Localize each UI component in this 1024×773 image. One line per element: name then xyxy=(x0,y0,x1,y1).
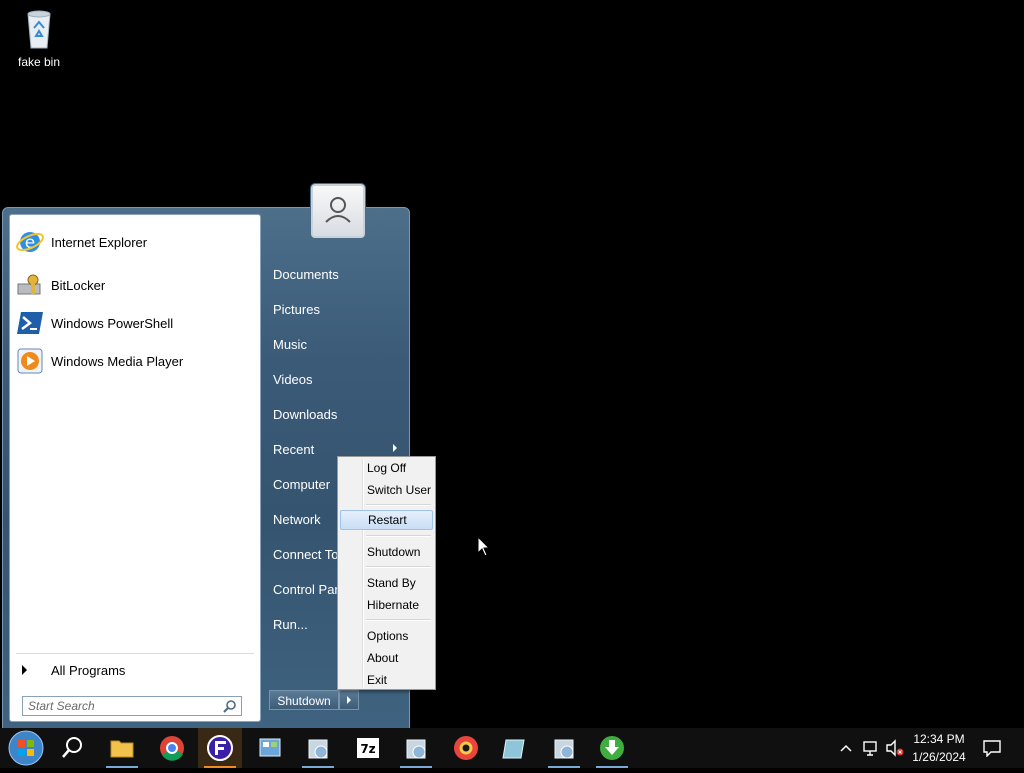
program-label: BitLocker xyxy=(51,277,106,293)
start-link-run[interactable]: Run... xyxy=(273,614,308,636)
mouse-cursor-icon xyxy=(478,537,490,557)
taskbar-app-7zip[interactable]: 7z xyxy=(346,728,390,768)
taskbar-app-installer-1[interactable] xyxy=(296,728,340,768)
taskbar-app-installer-2[interactable] xyxy=(394,728,438,768)
tray-clock[interactable]: 12:34 PM 1/26/2024 xyxy=(904,730,974,766)
menu-item-log-off[interactable]: Log Off xyxy=(340,458,433,478)
menu-item-about[interactable]: About xyxy=(340,648,433,668)
installer-icon xyxy=(308,739,328,759)
taskbar-app-chrome[interactable] xyxy=(150,728,194,768)
installer-icon xyxy=(554,739,574,759)
program-windows-powershell[interactable]: Windows PowerShell xyxy=(15,305,255,341)
recycle-bin-icon xyxy=(27,10,51,49)
start-link-downloads[interactable]: Downloads xyxy=(273,404,337,426)
program-bitlocker[interactable]: BitLocker xyxy=(15,267,255,303)
tray-date: 1/26/2024 xyxy=(912,750,966,764)
shutdown-button[interactable]: Shutdown xyxy=(269,690,339,710)
search-placeholder: Start Search xyxy=(28,699,95,713)
tray-time: 12:34 PM xyxy=(913,732,965,746)
taskbar-app-installer-3[interactable] xyxy=(542,728,586,768)
file-explorer-icon xyxy=(110,740,134,758)
menu-item-exit[interactable]: Exit xyxy=(340,670,433,690)
menu-separator xyxy=(366,535,431,537)
installer-icon xyxy=(406,739,426,759)
search-icon xyxy=(223,700,236,713)
start-link-pictures[interactable]: Pictures xyxy=(273,299,320,321)
taskbar-app-control-panel[interactable] xyxy=(248,728,292,768)
chromium-icon xyxy=(454,736,478,760)
taskbar-app-file-explorer[interactable] xyxy=(100,728,144,768)
desktop-icon-recycle-bin[interactable]: fake bin xyxy=(10,6,68,69)
menu-item-switch-user[interactable]: Switch User xyxy=(340,480,433,500)
notifications-icon[interactable] xyxy=(982,739,1002,757)
user-avatar[interactable] xyxy=(311,184,365,238)
shutdown-options-button[interactable] xyxy=(339,690,359,710)
media-player-icon xyxy=(17,348,43,374)
bitlocker-icon xyxy=(17,274,41,295)
menu-separator xyxy=(366,504,431,506)
chrome-icon xyxy=(160,736,184,761)
desktop-icon-label: fake bin xyxy=(17,55,61,69)
program-label: Internet Explorer xyxy=(51,234,148,250)
all-programs-button[interactable]: All Programs xyxy=(20,659,250,681)
arrow-right-icon xyxy=(22,665,27,675)
menu-separator xyxy=(366,619,431,621)
start-link-recent[interactable]: Recent xyxy=(273,439,314,461)
divider xyxy=(16,653,254,654)
internet-explorer-icon: e xyxy=(16,232,44,253)
menu-separator xyxy=(366,566,431,568)
menu-item-options[interactable]: Options xyxy=(340,626,433,646)
start-orb-icon xyxy=(8,730,44,766)
svg-text:7z: 7z xyxy=(360,742,375,756)
control-panel-icon xyxy=(259,738,281,757)
start-link-network[interactable]: Network xyxy=(273,509,321,531)
network-icon[interactable] xyxy=(862,739,880,757)
chevron-up-icon[interactable] xyxy=(838,740,854,756)
program-windows-media-player[interactable]: Windows Media Player xyxy=(15,343,255,379)
user-icon xyxy=(325,197,351,223)
powershell-icon xyxy=(17,312,43,334)
menu-item-restart[interactable]: Restart xyxy=(340,510,433,530)
menu-item-shutdown[interactable]: Shutdown xyxy=(340,542,433,562)
menu-item-hibernate[interactable]: Hibernate xyxy=(340,595,433,615)
app-f-icon xyxy=(207,735,233,761)
start-link-documents[interactable]: Documents xyxy=(273,264,339,286)
start-link-connect-to[interactable]: Connect To xyxy=(273,544,339,566)
download-icon xyxy=(600,736,624,760)
shutdown-options-menu: Log Off Switch User Restart Shutdown Sta… xyxy=(337,456,436,690)
program-label: Windows Media Player xyxy=(51,353,184,369)
start-search-input[interactable]: Start Search xyxy=(22,696,242,716)
taskbar: 7z 12:34 PM 1/26/2024 xyxy=(0,728,1024,768)
menu-item-stand-by[interactable]: Stand By xyxy=(340,573,433,593)
all-programs-label: All Programs xyxy=(51,662,126,678)
chevron-right-icon xyxy=(347,696,351,704)
tablet-icon xyxy=(502,739,525,759)
search-icon xyxy=(62,737,82,758)
taskbar-search-button[interactable] xyxy=(50,728,94,768)
volume-muted-icon[interactable] xyxy=(885,739,905,757)
start-link-computer[interactable]: Computer xyxy=(273,474,330,496)
program-internet-explorer[interactable]: e Internet Explorer xyxy=(15,224,255,260)
start-link-videos[interactable]: Videos xyxy=(273,369,313,391)
taskbar-app-downloader[interactable] xyxy=(590,728,634,768)
taskbar-app-tablet[interactable] xyxy=(492,728,536,768)
start-button[interactable] xyxy=(4,728,48,768)
7zip-icon: 7z xyxy=(357,738,379,758)
program-label: Windows PowerShell xyxy=(51,315,174,331)
submenu-arrow-icon xyxy=(393,444,397,452)
programs-pane: e Internet Explorer BitLocker Windows Po… xyxy=(9,214,261,722)
taskbar-app-f[interactable] xyxy=(198,728,242,768)
start-link-music[interactable]: Music xyxy=(273,334,307,356)
taskbar-app-chromium[interactable] xyxy=(444,728,488,768)
